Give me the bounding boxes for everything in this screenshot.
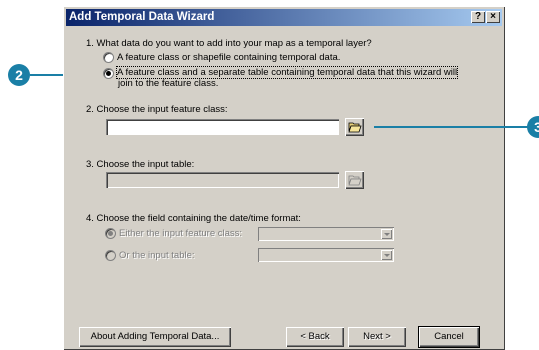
question-2-label: 2. Choose the input feature class: bbox=[86, 104, 228, 115]
radio-feature-class-only-label: A feature class or shapefile containing … bbox=[117, 52, 341, 63]
cancel-button[interactable]: Cancel bbox=[418, 326, 480, 348]
callout-3: 3 bbox=[527, 116, 539, 138]
open-folder-icon bbox=[348, 175, 362, 186]
radio-feature-class-and-table-label-cont: join to the feature class. bbox=[118, 78, 219, 89]
chevron-down-icon bbox=[381, 229, 392, 239]
wizard-window: Add Temporal Data Wizard ? × 1. What dat… bbox=[63, 6, 505, 350]
feature-class-field-dropdown[interactable] bbox=[258, 227, 394, 241]
radio-field-input-table[interactable] bbox=[105, 250, 116, 261]
question-4-label: 4. Choose the field containing the date/… bbox=[86, 213, 301, 224]
open-folder-icon bbox=[348, 122, 362, 133]
back-button-label: < Back bbox=[300, 331, 330, 342]
radio-feature-class-and-table[interactable] bbox=[103, 68, 114, 79]
radio-feature-class-only[interactable] bbox=[103, 52, 114, 63]
help-button[interactable]: ? bbox=[471, 11, 485, 23]
about-button[interactable]: About Adding Temporal Data... bbox=[79, 327, 231, 347]
next-button-label: Next > bbox=[363, 331, 391, 342]
radio-field-input-table-label: Or the input table: bbox=[119, 250, 195, 261]
back-button[interactable]: < Back bbox=[286, 327, 344, 347]
next-button[interactable]: Next > bbox=[348, 327, 406, 347]
callout-3-line bbox=[374, 126, 528, 128]
callout-2: 2 bbox=[8, 64, 30, 86]
close-button[interactable]: × bbox=[486, 11, 500, 23]
chevron-down-icon bbox=[381, 250, 392, 260]
input-table-field-dropdown[interactable] bbox=[258, 248, 394, 262]
browse-table-button[interactable] bbox=[345, 171, 364, 189]
radio-field-feature-class[interactable] bbox=[105, 228, 116, 239]
title-bar: Add Temporal Data Wizard ? × bbox=[66, 9, 502, 26]
about-button-label: About Adding Temporal Data... bbox=[90, 331, 220, 342]
question-3-label: 3. Choose the input table: bbox=[86, 159, 195, 170]
input-table-field[interactable] bbox=[106, 172, 339, 188]
browse-feature-class-button[interactable] bbox=[345, 118, 364, 136]
input-feature-class-field[interactable] bbox=[106, 119, 339, 135]
radio-field-feature-class-label: Either the input feature class: bbox=[119, 228, 243, 239]
question-1-label: 1. What data do you want to add into you… bbox=[86, 38, 372, 49]
window-title: Add Temporal Data Wizard bbox=[69, 11, 215, 23]
radio-feature-class-and-table-label: A feature class and a separate table con… bbox=[115, 66, 459, 79]
cancel-button-label: Cancel bbox=[434, 331, 464, 342]
